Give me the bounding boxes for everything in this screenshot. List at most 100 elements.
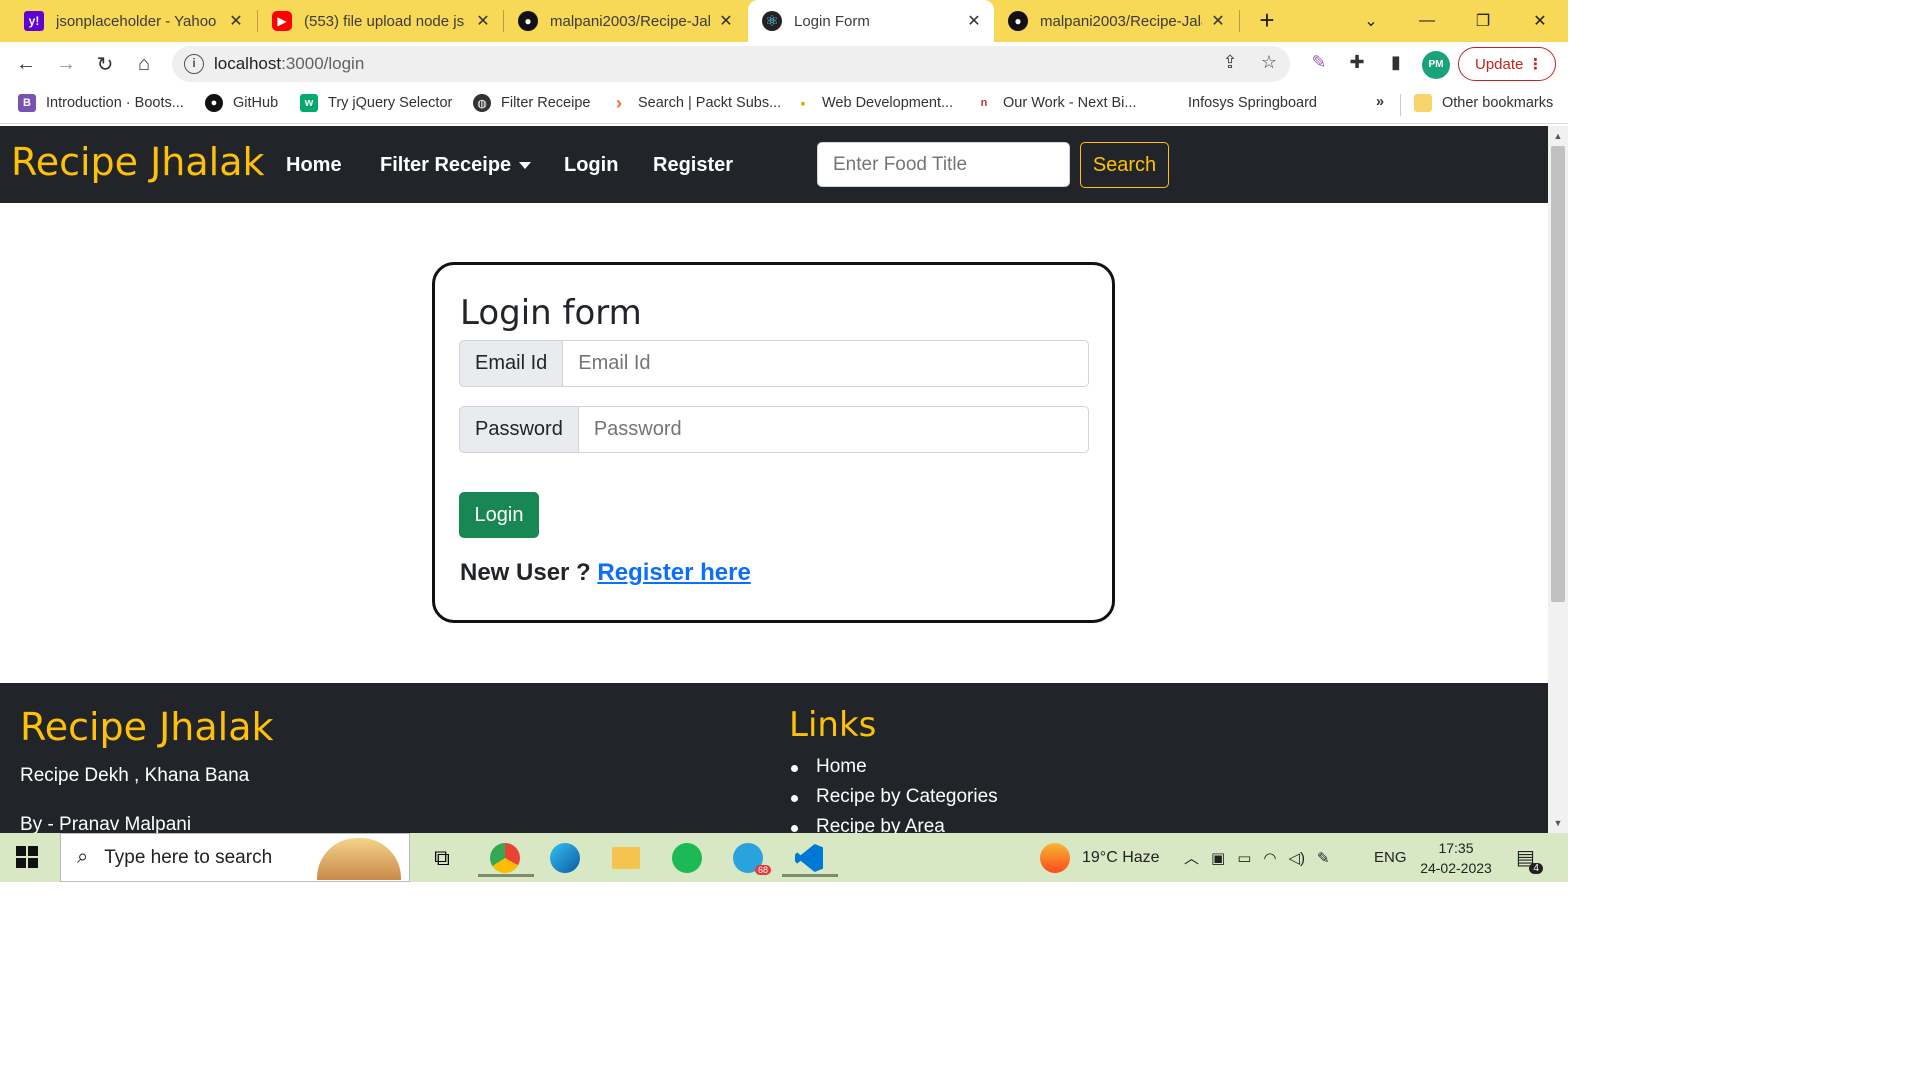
clock-time: 17:35 — [1438, 840, 1474, 856]
other-bookmarks-folder[interactable]: Other bookmarks — [1414, 94, 1553, 112]
tab-title: (553) file upload node js n — [304, 12, 467, 30]
page-scrollbar[interactable]: ▲ ▼ — [1548, 126, 1568, 833]
bookmark-label: Try jQuery Selector — [328, 95, 453, 111]
language-indicator[interactable]: ENG — [1374, 833, 1407, 882]
globe-icon: ◍ — [473, 94, 491, 112]
bookmark-item[interactable]: ◍ Filter Receipe — [473, 94, 590, 112]
bookmark-item[interactable]: ▪ Web Development... — [794, 94, 953, 112]
weather-widget[interactable]: 19°C Haze — [1040, 833, 1160, 882]
chrome-icon[interactable] — [478, 839, 534, 877]
address-bar[interactable]: i localhost:3000/login ⇪ ☆ — [172, 46, 1290, 82]
bookmark-icon: ▪ — [794, 94, 812, 112]
close-icon[interactable]: ✕ — [473, 11, 493, 31]
volume-icon[interactable]: ◁) — [1288, 849, 1305, 867]
bookmarks-bar: B Introduction · Boots... ● GitHub w Try jQ… — [0, 86, 1568, 124]
tab-search-icon[interactable]: ⌄ — [1343, 0, 1399, 42]
restore-icon[interactable]: ❐ — [1455, 0, 1511, 42]
bookmark-item[interactable]: Infosys Springboard — [1160, 94, 1317, 112]
nav-filter-dropdown[interactable]: Filter Receipe — [380, 154, 532, 177]
close-icon[interactable]: ✕ — [1208, 11, 1228, 31]
browser-toolbar: ← → ↻ ⌂ i localhost:3000/login ⇪ ☆ ✎ ✚ ▮… — [0, 42, 1568, 86]
register-link[interactable]: Register here — [597, 559, 750, 586]
back-icon[interactable]: ← — [12, 50, 40, 78]
scroll-thumb[interactable] — [1551, 146, 1565, 602]
scroll-down-icon[interactable]: ▼ — [1548, 815, 1568, 831]
forward-icon[interactable]: → — [52, 50, 80, 78]
bookmark-item[interactable]: ● GitHub — [205, 94, 278, 112]
chevron-up-icon[interactable]: ︿ — [1184, 847, 1199, 868]
tab-title: malpani2003/Recipe-Jalal — [1040, 12, 1202, 30]
task-view-icon[interactable]: ⧉ — [423, 839, 461, 877]
meet-now-icon[interactable]: ▣ — [1211, 849, 1225, 867]
telegram-badge: 68 — [754, 865, 771, 875]
footer-tagline: Recipe Dekh , Khana Bana — [20, 765, 250, 786]
bookmark-item[interactable]: w Try jQuery Selector — [300, 94, 452, 112]
food-search-input[interactable] — [817, 142, 1070, 187]
extensions-icon[interactable]: ✚ — [1344, 52, 1370, 78]
menu-dots-icon: ⋮ — [1528, 56, 1543, 73]
footer-link-home[interactable]: Home — [789, 756, 998, 786]
update-button[interactable]: Update ⋮ — [1458, 47, 1556, 81]
share-icon[interactable]: ⇪ — [1218, 52, 1242, 76]
vscode-icon[interactable] — [782, 839, 838, 877]
footer-links-list: Home Recipe by Categories Recipe by Area — [789, 756, 998, 833]
search-button[interactable]: Search — [1080, 142, 1169, 188]
new-user-prompt: New User ? Register here — [460, 559, 751, 587]
notification-icon[interactable]: ▤ 4 — [1516, 833, 1543, 882]
bookmark-item[interactable]: n Our Work - Next Bi... — [975, 94, 1136, 112]
browser-tab[interactable]: ▶ (553) file upload node js n ✕ — [258, 0, 503, 42]
password-field[interactable] — [578, 406, 1089, 453]
email-field[interactable] — [563, 340, 1089, 387]
footer-link-categories[interactable]: Recipe by Categories — [789, 786, 998, 816]
url-host: localhost — [214, 54, 282, 73]
more-bookmarks-button[interactable]: » — [1376, 94, 1384, 110]
browser-tab[interactable]: ● malpani2003/Recipe-Jalal ✕ — [504, 0, 746, 42]
browser-tab-active[interactable]: ⚛ Login Form ✕ — [748, 0, 994, 42]
browser-tab[interactable]: ● malpani2003/Recipe-Jalal ✕ — [994, 0, 1238, 42]
wifi-icon[interactable]: ◠ — [1263, 849, 1276, 867]
spotify-icon[interactable] — [668, 839, 706, 877]
bookmark-item[interactable]: B Introduction · Boots... — [18, 94, 184, 112]
browser-tab[interactable]: y! jsonplaceholder - Yahoo I ✕ — [0, 0, 256, 42]
url-text[interactable]: localhost:3000/login — [214, 54, 364, 74]
star-icon[interactable]: ☆ — [1257, 52, 1281, 76]
taskbar-search-box[interactable]: ⌕ Type here to search — [60, 833, 410, 882]
battery-icon[interactable]: ▭ — [1237, 849, 1251, 867]
nav-home-link[interactable]: Home — [286, 154, 342, 177]
scroll-up-icon[interactable]: ▲ — [1548, 128, 1568, 144]
new-tab-button[interactable]: + — [1254, 7, 1280, 34]
weather-text: 19°C Haze — [1082, 848, 1160, 866]
bookmark-label: Search | Packt Subs... — [638, 95, 782, 111]
navbar-brand[interactable]: Recipe Jhalak — [11, 140, 265, 184]
close-icon[interactable]: ✕ — [964, 11, 984, 31]
minimize-icon[interactable]: — — [1399, 0, 1455, 42]
bookmark-label: Other bookmarks — [1442, 95, 1554, 111]
bookmark-label: Web Development... — [822, 95, 954, 111]
new-user-text: New User ? — [460, 559, 598, 586]
login-form-card: Login form Email Id Password Login New U… — [432, 262, 1115, 623]
email-input-group: Email Id — [459, 340, 1089, 387]
blank-icon — [1160, 94, 1178, 112]
pen-extension-icon[interactable]: ✎ — [1306, 52, 1332, 78]
side-panel-icon[interactable]: ▮ — [1383, 52, 1409, 78]
footer-link-area[interactable]: Recipe by Area — [789, 816, 998, 833]
footer-brand: Recipe Jhalak — [20, 705, 274, 749]
browser-tab-strip: y! jsonplaceholder - Yahoo I ✕ ▶ (553) f… — [0, 0, 1568, 42]
nav-login-link[interactable]: Login — [564, 154, 618, 177]
close-icon[interactable]: ✕ — [226, 11, 246, 31]
profile-avatar-icon[interactable]: PM — [1422, 51, 1450, 79]
bookmark-item[interactable]: › Search | Packt Subs... — [610, 93, 782, 113]
nav-register-link[interactable]: Register — [653, 154, 733, 177]
home-icon[interactable]: ⌂ — [130, 50, 158, 78]
info-icon[interactable]: i — [184, 54, 204, 74]
close-icon[interactable]: ✕ — [716, 11, 736, 31]
close-window-icon[interactable]: ✕ — [1512, 0, 1568, 42]
telegram-icon[interactable]: 68 — [729, 839, 771, 877]
pen-icon[interactable]: ✎ — [1317, 849, 1330, 867]
login-submit-button[interactable]: Login — [459, 492, 539, 538]
edge-icon[interactable] — [546, 839, 584, 877]
windows-start-icon[interactable] — [16, 846, 38, 868]
file-explorer-icon[interactable] — [607, 839, 645, 877]
reload-icon[interactable]: ↻ — [91, 50, 119, 78]
taskbar-clock[interactable]: 17:35 24-02-2023 — [1418, 838, 1494, 878]
